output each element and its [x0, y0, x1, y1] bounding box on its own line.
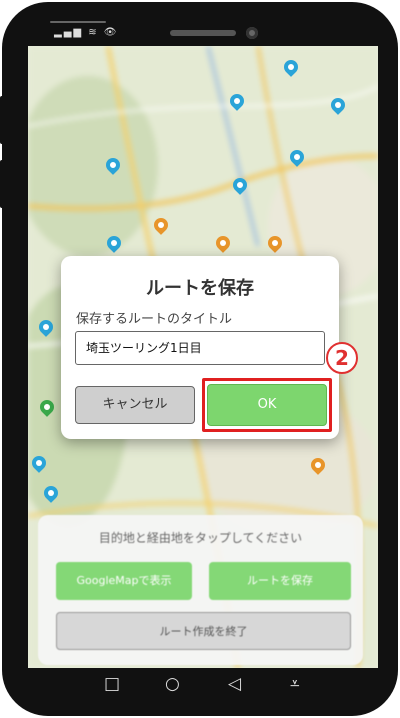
ok-button[interactable]: OK [207, 384, 327, 426]
cancel-button[interactable]: キャンセル [75, 386, 195, 424]
menu-icon[interactable]: ⩡ [290, 676, 300, 693]
route-instruction: 目的地と経由地をタップしてください [98, 531, 303, 545]
status-divider [50, 21, 106, 23]
volume-button [0, 96, 4, 144]
navigation-bar [0, 668, 400, 708]
googlemap-button[interactable]: GoogleMapで表示 [56, 562, 192, 600]
step-marker: 2 [326, 342, 358, 374]
save-route-button[interactable]: ルートを保存 [209, 562, 351, 600]
route-title-label: 保存するルートのタイトル [76, 312, 233, 327]
route-title-input[interactable]: 埼玉ツーリング1日目 [75, 331, 325, 365]
power-button [0, 160, 4, 208]
front-camera-icon [246, 27, 258, 39]
end-route-button[interactable]: ルート作成を終了 [56, 612, 351, 650]
speaker-grille [170, 30, 236, 36]
route-panel: 目的地と経由地をタップしてください GoogleMapで表示 ルートを保存 ルー… [38, 515, 363, 665]
status-icons: ▂▄▆ ≋ 👁 [54, 27, 119, 38]
status-bar: ▂▄▆ ≋ 👁 [0, 0, 400, 46]
dialog-title: ルートを保存 [146, 278, 254, 299]
back-icon[interactable]: ◁ [228, 676, 241, 693]
home-icon[interactable]: ○ [165, 676, 180, 693]
overview-icon[interactable]: □ [104, 676, 120, 693]
